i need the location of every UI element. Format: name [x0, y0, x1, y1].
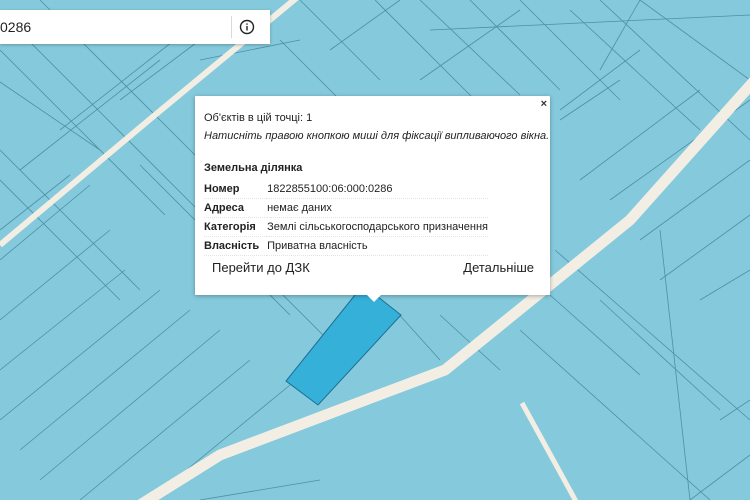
objects-count: Об'єктів в цій точці: 1: [204, 112, 313, 124]
parcel-attributes: Номер 1822855100:06:000:0286 Адреса нема…: [204, 180, 488, 256]
attribute-label: Власність: [204, 236, 268, 256]
attribute-label: Адреса: [204, 198, 268, 218]
attribute-value: 1822855100:06:000:0286: [267, 180, 488, 199]
search-input[interactable]: [0, 10, 225, 44]
attribute-value: Землі сільськогосподарського призначення: [267, 217, 488, 237]
attribute-label: Категорія: [204, 217, 268, 237]
attribute-value: немає даних: [267, 198, 488, 218]
search-divider: [231, 16, 232, 38]
parcel-title: Земельна ділянка: [204, 162, 303, 174]
attribute-value: Приватна власність: [267, 236, 488, 256]
go-to-dzk-link[interactable]: Перейти до ДЗК: [212, 260, 310, 275]
popup-pointer: [366, 294, 382, 302]
info-icon[interactable]: [238, 18, 256, 36]
attribute-row: Власність Приватна власність: [204, 236, 488, 256]
attribute-row: Адреса немає даних: [204, 198, 488, 218]
popup-hint: Натисніть правою кнопкою миші для фіксац…: [204, 130, 550, 142]
details-link[interactable]: Детальніше: [463, 260, 534, 275]
attribute-row: Категорія Землі сільськогосподарського п…: [204, 217, 488, 237]
parcel-popup: × Об'єктів в цій точці: 1 Натисніть прав…: [195, 96, 550, 295]
close-icon[interactable]: ×: [541, 98, 547, 110]
attribute-label: Номер: [204, 180, 268, 199]
attribute-row: Номер 1822855100:06:000:0286: [204, 180, 488, 199]
search-box: [0, 10, 270, 44]
